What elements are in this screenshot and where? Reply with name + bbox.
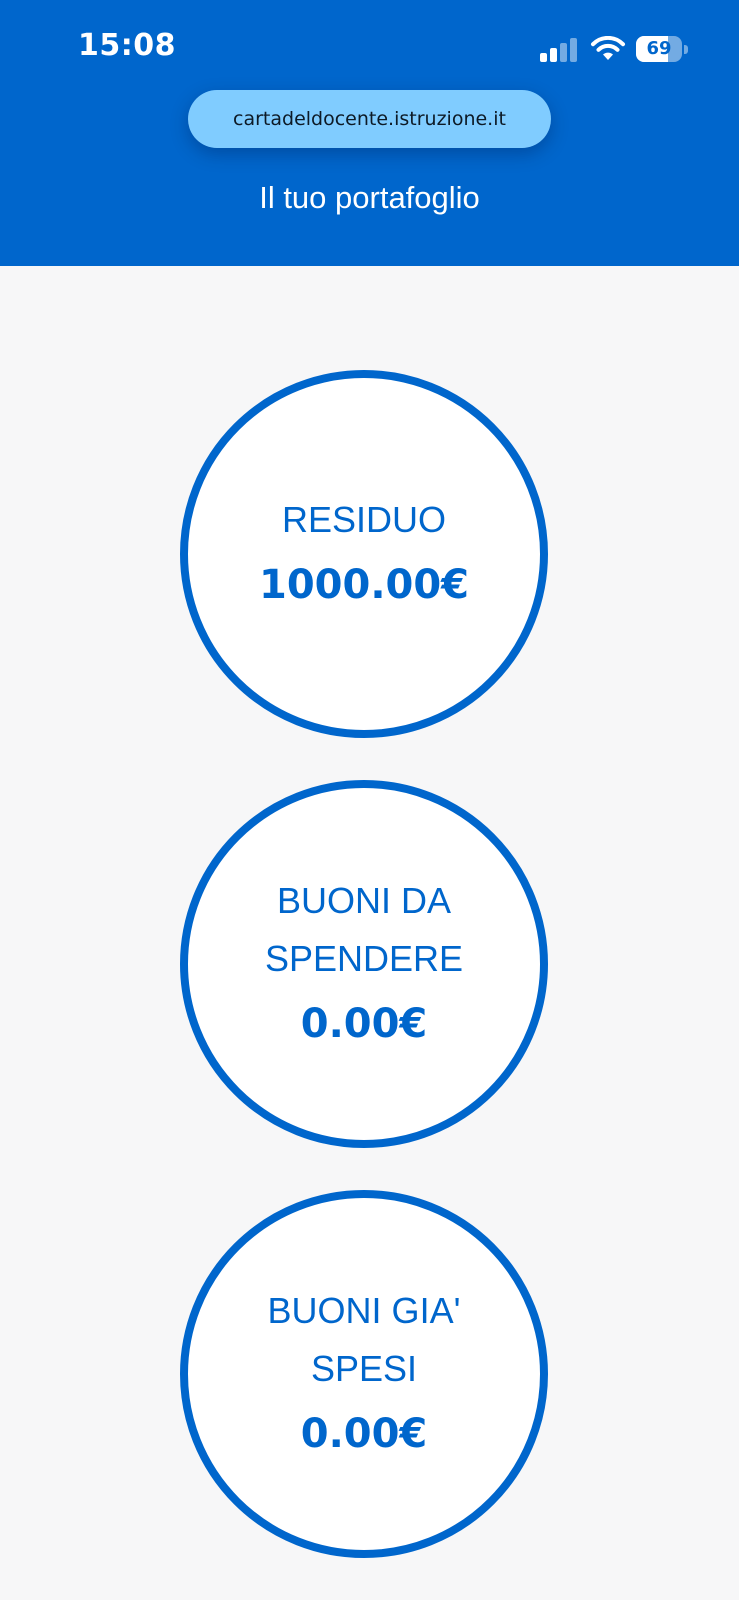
status-time: 15:08: [78, 28, 176, 63]
status-bar: 15:08 69: [0, 0, 739, 90]
residuo-value: 1000.00€: [258, 562, 470, 608]
residuo-card: RESIDUO 1000.00€: [180, 370, 548, 738]
buoni-gia-spesi-card: BUONI GIA' SPESI 0.00€: [180, 1190, 548, 1558]
address-bar[interactable]: cartadeldocente.istruzione.it: [188, 90, 551, 148]
buoni-da-spendere-label: BUONI DA SPENDERE: [264, 880, 464, 979]
header: 15:08 69 cartadeldocente.istruzione.it I…: [0, 0, 739, 266]
battery-body: 69: [636, 36, 682, 62]
buoni-gia-spesi-label: BUONI GIA' SPESI: [267, 1290, 461, 1389]
battery-level: 69: [646, 38, 672, 59]
wifi-icon: [591, 36, 625, 60]
buoni-da-spendere-card: BUONI DA SPENDERE 0.00€: [180, 780, 548, 1148]
battery-tip: [684, 45, 688, 54]
buoni-da-spendere-value: 0.00€: [300, 1001, 428, 1047]
battery-icon: 69: [636, 36, 688, 62]
cellular-signal-icon: [540, 38, 577, 62]
page-title: Il tuo portafoglio: [259, 180, 480, 215]
buoni-gia-spesi-value: 0.00€: [300, 1411, 428, 1457]
residuo-label: RESIDUO: [281, 499, 447, 540]
